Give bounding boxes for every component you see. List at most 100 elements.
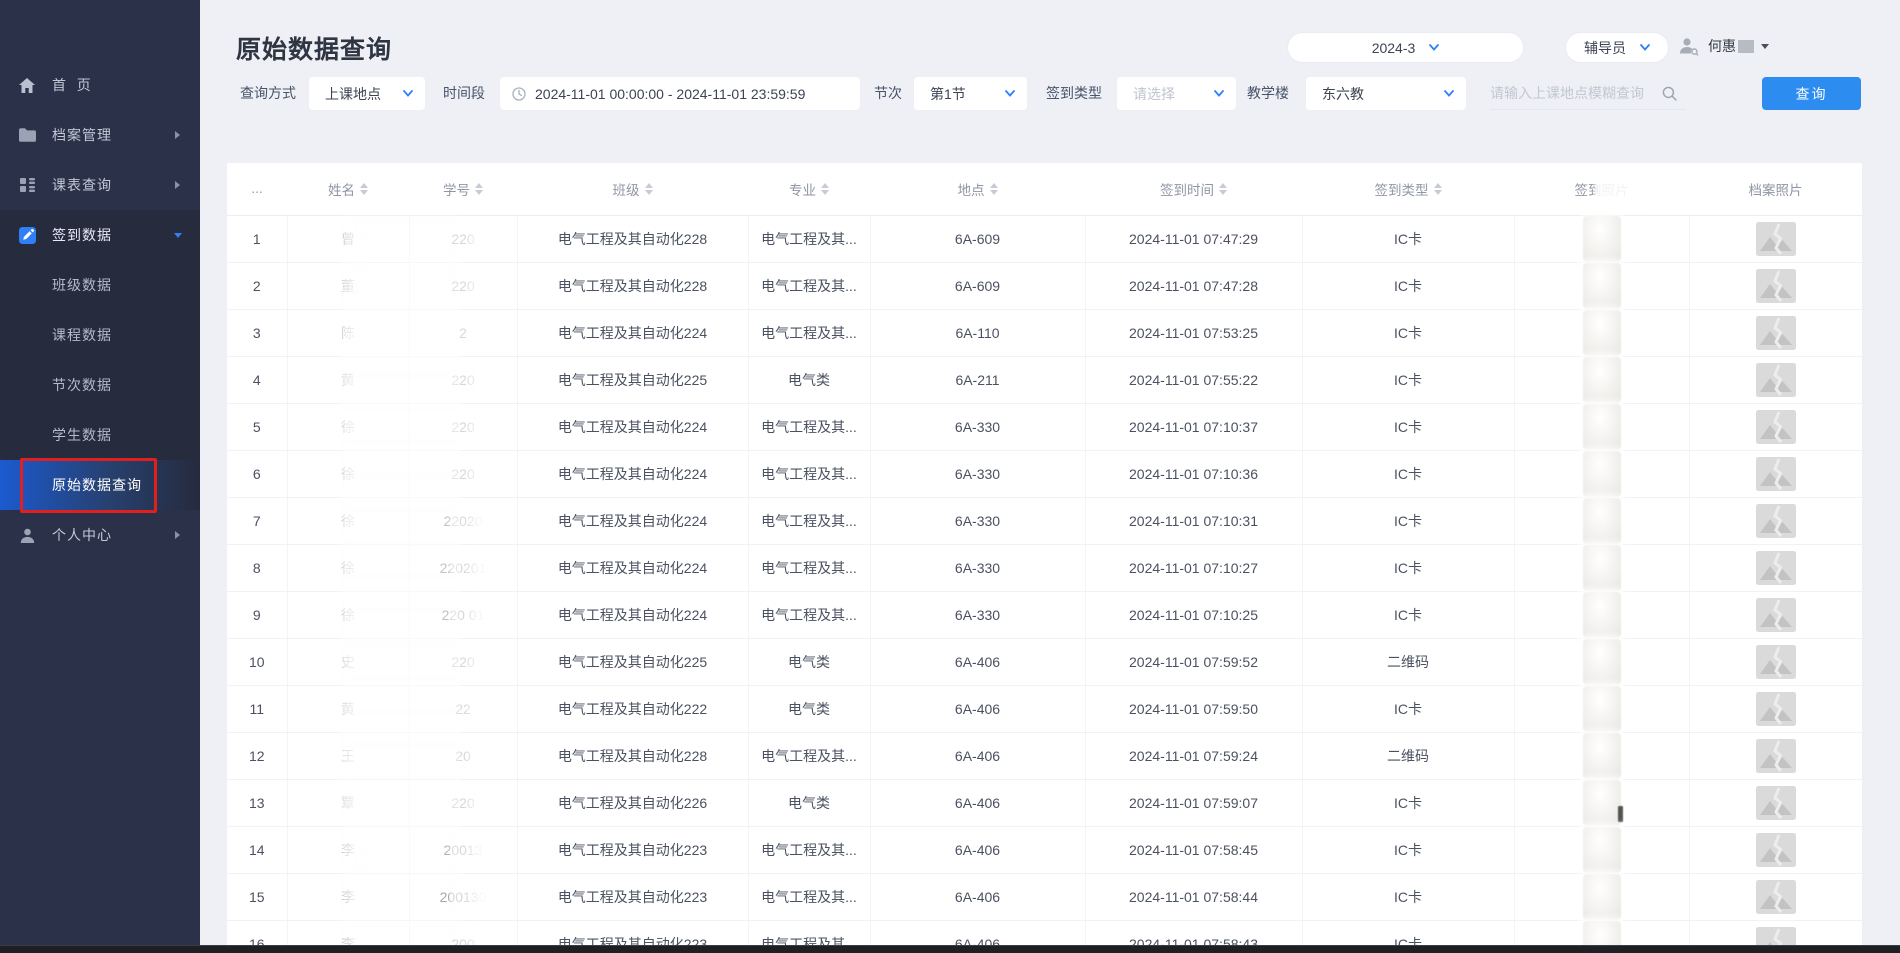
signin-photo-thumbnail[interactable] — [1582, 450, 1621, 497]
table-row: 3 陈 2 电气工程及其自动化224 电气工程及其... 6A-110 2024… — [227, 309, 1862, 357]
sort-icon[interactable] — [1219, 182, 1227, 195]
cell-archive-photo — [1689, 403, 1862, 451]
chevron-down-icon — [174, 232, 182, 238]
signin-photo-thumbnail[interactable] — [1582, 309, 1621, 356]
broken-image-placeholder-icon[interactable] — [1755, 691, 1796, 726]
cell-signin-time: 2024-11-01 07:10:25 — [1085, 591, 1303, 639]
cell-name: 徐 — [287, 544, 410, 592]
sidebar-item-signin-data[interactable]: 签到数据 — [0, 210, 200, 260]
row-index: 4 — [227, 356, 288, 404]
cell-major: 电气工程及其... — [748, 732, 871, 780]
sort-icon[interactable] — [644, 182, 653, 195]
sort-icon[interactable] — [360, 182, 368, 195]
row-index: 5 — [227, 403, 288, 451]
cell-class: 电气工程及其自动化225 — [517, 638, 749, 686]
role-select[interactable]: 辅导员 — [1566, 33, 1668, 62]
signin-photo-thumbnail[interactable] — [1582, 779, 1623, 826]
table-row: 12 王 20 电气工程及其自动化228 电气工程及其... 6A-406 20… — [227, 732, 1862, 780]
cell-class: 电气工程及其自动化228 — [517, 732, 749, 780]
broken-image-placeholder-icon[interactable] — [1755, 785, 1796, 820]
building-select[interactable]: 东六教 — [1306, 77, 1466, 110]
col-header-name[interactable]: 姓名 — [287, 163, 409, 216]
search-icon[interactable] — [1662, 86, 1677, 101]
signin-photo-thumbnail[interactable] — [1582, 356, 1621, 403]
sidebar-subitem-raw-data-query[interactable]: 原始数据查询 — [0, 460, 200, 510]
table-row: 15 李 200130 电气工程及其自动化223 电气工程及其... 6A-40… — [227, 873, 1862, 921]
sidebar: 首 页 档案管理 课表查询 签到数据 班级数据 课程数据 节次数据 学生数据 原… — [0, 0, 200, 953]
broken-image-placeholder-icon[interactable] — [1755, 221, 1796, 256]
cell-location: 6A-330 — [870, 403, 1086, 451]
cell-location: 6A-330 — [870, 544, 1086, 592]
signin-type-select[interactable]: 请选择 — [1117, 77, 1236, 110]
sort-icon[interactable] — [1433, 182, 1442, 195]
broken-image-placeholder-icon[interactable] — [1755, 268, 1796, 303]
signin-photo-thumbnail[interactable] — [1582, 403, 1621, 450]
cell-signin-type: IC卡 — [1302, 826, 1515, 874]
broken-image-placeholder-icon[interactable] — [1755, 738, 1796, 773]
sidebar-item-archive[interactable]: 档案管理 — [0, 110, 200, 160]
signin-photo-thumbnail[interactable] — [1582, 638, 1621, 685]
broken-image-placeholder-icon[interactable] — [1755, 550, 1796, 585]
cell-archive-photo — [1689, 779, 1862, 827]
cell-signin-photo — [1514, 403, 1690, 451]
row-index: 11 — [227, 685, 288, 733]
sidebar-subitem-course-data[interactable]: 课程数据 — [0, 310, 200, 360]
sidebar-item-home[interactable]: 首 页 — [0, 60, 200, 110]
signin-photo-thumbnail[interactable] — [1582, 591, 1621, 638]
cell-archive-photo — [1689, 215, 1862, 263]
cell-location: 6A-609 — [870, 215, 1086, 263]
location-search-input[interactable] — [1490, 85, 1662, 101]
cell-student-id: 220 01 — [409, 591, 518, 639]
broken-image-placeholder-icon[interactable] — [1755, 456, 1796, 491]
broken-image-placeholder-icon[interactable] — [1755, 362, 1796, 397]
sort-icon[interactable] — [989, 182, 998, 195]
cell-location: 6A-110 — [870, 309, 1086, 357]
col-header-location[interactable]: 地点 — [870, 163, 1085, 216]
sort-icon[interactable] — [821, 182, 829, 195]
col-header-signin-type[interactable]: 签到类型 — [1302, 163, 1514, 216]
broken-image-placeholder-icon[interactable] — [1755, 832, 1796, 867]
period-select[interactable]: 第1节 — [914, 77, 1027, 110]
broken-image-placeholder-icon[interactable] — [1755, 597, 1796, 632]
col-header-student-id[interactable]: 学号 — [409, 163, 517, 216]
query-mode-select[interactable]: 上课地点 — [309, 77, 425, 110]
signin-photo-thumbnail[interactable] — [1582, 544, 1621, 591]
signin-photo-thumbnail[interactable] — [1582, 732, 1621, 779]
broken-image-placeholder-icon[interactable] — [1755, 503, 1796, 538]
sidebar-item-personal-center[interactable]: 个人中心 — [0, 510, 200, 560]
query-button[interactable]: 查询 — [1762, 77, 1861, 110]
page-title: 原始数据查询 — [236, 36, 393, 64]
signin-photo-thumbnail[interactable] — [1582, 262, 1621, 309]
broken-image-placeholder-icon[interactable] — [1755, 315, 1796, 350]
time-range-label: 时间段 — [443, 85, 485, 101]
cell-signin-photo — [1514, 873, 1690, 921]
broken-image-placeholder-icon[interactable] — [1755, 879, 1796, 914]
signin-photo-thumbnail[interactable] — [1582, 215, 1621, 262]
signin-photo-thumbnail[interactable] — [1582, 685, 1621, 732]
sidebar-subitem-period-data[interactable]: 节次数据 — [0, 360, 200, 410]
cell-signin-photo — [1514, 826, 1690, 874]
signin-photo-thumbnail[interactable] — [1582, 826, 1621, 873]
cell-archive-photo — [1689, 638, 1862, 686]
user-menu[interactable]: 何惠 — [1678, 36, 1769, 56]
col-header-signin-time[interactable]: 签到时间 — [1085, 163, 1302, 216]
signin-photo-thumbnail[interactable] — [1582, 497, 1621, 544]
broken-image-placeholder-icon[interactable] — [1755, 409, 1796, 444]
term-select[interactable]: 2024-3 — [1288, 33, 1523, 62]
time-range-input[interactable]: 2024-11-01 00:00:00 - 2024-11-01 23:59:5… — [500, 77, 860, 110]
data-table-card: ... 姓名 学号 班级 专业 地点 签到时间 签到类型 签到照片 档案照片 1… — [227, 163, 1862, 953]
sidebar-subitem-student-data[interactable]: 学生数据 — [0, 410, 200, 460]
time-range-value: 2024-11-01 00:00:00 - 2024-11-01 23:59:5… — [535, 85, 806, 102]
col-header-class[interactable]: 班级 — [517, 163, 748, 216]
cell-major: 电气工程及其... — [748, 544, 871, 592]
sidebar-subitem-class-data[interactable]: 班级数据 — [0, 260, 200, 310]
cell-signin-photo — [1514, 638, 1690, 686]
signin-photo-thumbnail[interactable] — [1582, 873, 1621, 920]
redaction-block — [1738, 39, 1754, 53]
sidebar-item-schedule[interactable]: 课表查询 — [0, 160, 200, 210]
sort-icon[interactable] — [475, 182, 483, 195]
broken-image-placeholder-icon[interactable] — [1755, 644, 1796, 679]
col-header-major[interactable]: 专业 — [748, 163, 870, 216]
table-row: 10 史 220 电气工程及其自动化225 电气类 6A-406 2024-11… — [227, 638, 1862, 686]
table-row: 5 徐 220 电气工程及其自动化224 电气工程及其... 6A-330 20… — [227, 403, 1862, 451]
